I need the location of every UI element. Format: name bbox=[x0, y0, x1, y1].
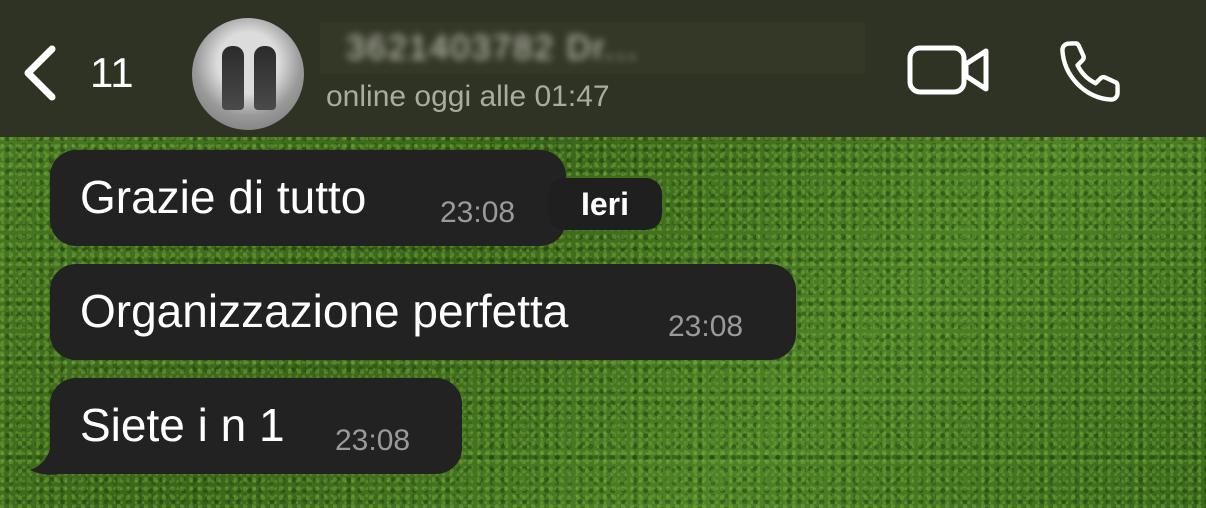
message-time: 23:08 bbox=[668, 310, 744, 343]
message-text: Siete i n 1 bbox=[80, 399, 285, 451]
voice-call-button[interactable] bbox=[1056, 36, 1126, 106]
avatar-figure-left bbox=[222, 46, 244, 110]
message-time: 23:08 bbox=[440, 196, 516, 229]
contact-name-text: 3621403782 Dr... bbox=[346, 28, 639, 67]
video-call-button[interactable] bbox=[906, 42, 992, 98]
avatar-figure-right bbox=[254, 46, 276, 110]
message-bubble[interactable]: Organizzazione perfetta 23:08 bbox=[50, 264, 796, 360]
back-button[interactable]: 11 bbox=[18, 38, 148, 108]
phone-icon bbox=[1060, 41, 1120, 102]
contact-name[interactable]: 3621403782 Dr... bbox=[320, 22, 865, 74]
message-bubble[interactable]: Siete i n 1 23:08 bbox=[50, 378, 462, 474]
message-bubble[interactable]: Grazie di tutto 23:08 bbox=[50, 150, 566, 246]
date-separator: Ieri bbox=[548, 178, 662, 230]
avatar[interactable] bbox=[192, 18, 304, 130]
message-time: 23:08 bbox=[335, 424, 411, 457]
chat-header: 11 3621403782 Dr... online oggi alle 01:… bbox=[0, 0, 1206, 137]
unread-count: 11 bbox=[90, 49, 134, 96]
message-text: Grazie di tutto bbox=[80, 171, 367, 223]
message-text: Organizzazione perfetta bbox=[80, 285, 569, 337]
video-camera-icon bbox=[907, 45, 989, 95]
chevron-left-icon bbox=[24, 45, 56, 101]
last-seen-status: online oggi alle 01:47 bbox=[326, 80, 610, 113]
chat-screen: 11 3621403782 Dr... online oggi alle 01:… bbox=[0, 0, 1206, 508]
